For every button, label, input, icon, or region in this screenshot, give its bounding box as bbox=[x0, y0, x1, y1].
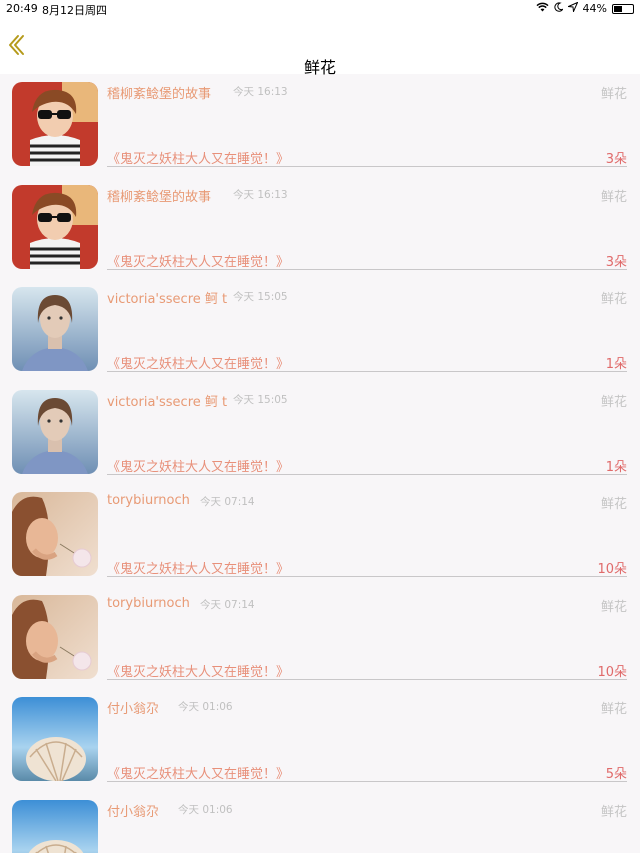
book-title[interactable]: 《鬼灭之妖柱大人又在睡觉！》 bbox=[107, 661, 289, 680]
username: torybiurnoch bbox=[107, 595, 190, 611]
username: 稽柳紊鲶堡的故事 bbox=[107, 87, 212, 102]
timestamp: 今天 01:06 bbox=[178, 701, 233, 713]
avatar[interactable] bbox=[12, 82, 98, 166]
list-item[interactable]: victoria'ssecre 鲄 t 今天 15:05 鲜花 《鬼灭之妖柱大人… bbox=[0, 279, 640, 382]
username: 稽柳紊鲶堡的故事 bbox=[107, 189, 212, 205]
divider bbox=[107, 166, 627, 167]
gift-name: 鲜花 bbox=[600, 189, 627, 205]
battery-percent: 44% bbox=[582, 2, 607, 15]
avatar[interactable] bbox=[12, 594, 98, 679]
timestamp: 今天 15:05 bbox=[233, 291, 288, 303]
flower-count: 3朵 bbox=[605, 152, 627, 167]
gift-name: 鲜花 bbox=[600, 87, 627, 102]
location-arrow-icon bbox=[566, 1, 579, 15]
book-title[interactable]: 《鬼灭之妖柱大人又在睡觉！》 bbox=[107, 763, 289, 782]
status-bar: 20:49 8月12日周四 44% bbox=[0, 0, 640, 18]
flower-count: 10朵 bbox=[597, 562, 627, 577]
book-title[interactable]: 《鬼灭之妖柱大人又在睡觉！》 bbox=[107, 251, 289, 270]
gift-name: 鲜花 bbox=[600, 292, 627, 307]
list-item[interactable]: 付小翁尕 今天 01:06 鲜花 《鬼灭之妖柱大人又在睡觉！》 5朵 bbox=[0, 689, 640, 792]
navigation-bar: 鲜花 bbox=[0, 18, 640, 77]
status-time: 20:49 bbox=[6, 2, 38, 15]
flower-count: 5朵 bbox=[605, 767, 627, 782]
timestamp: 今天 07:14 bbox=[200, 598, 255, 611]
flower-count: 1朵 bbox=[605, 357, 627, 372]
gift-name: 鲜花 bbox=[600, 599, 627, 615]
avatar[interactable] bbox=[12, 287, 98, 371]
list-item[interactable]: 稽柳紊鲶堡的故事 今天 16:13 鲜花 《鬼灭之妖柱大人又在睡觉！》 3朵 bbox=[0, 177, 640, 280]
flower-count: 1朵 bbox=[605, 459, 627, 475]
gift-name: 鲜花 bbox=[600, 394, 627, 410]
divider bbox=[107, 268, 627, 270]
status-right: 44% bbox=[536, 1, 634, 15]
username: 付小翁尕 bbox=[107, 702, 160, 717]
divider bbox=[107, 371, 627, 372]
gift-name: 鲜花 bbox=[600, 804, 627, 820]
divider bbox=[107, 576, 627, 577]
timestamp: 今天 15:05 bbox=[233, 393, 288, 406]
flower-record-list: 稽柳紊鲶堡的故事 今天 16:13 鲜花 《鬼灭之妖柱大人又在睡觉！》 3朵 稽… bbox=[0, 74, 640, 853]
flower-count: 3朵 bbox=[605, 254, 627, 270]
username: torybiurnoch bbox=[107, 493, 190, 508]
avatar[interactable] bbox=[12, 184, 98, 269]
timestamp: 今天 07:14 bbox=[200, 496, 255, 508]
username: victoria'ssecre 鲄 t bbox=[107, 292, 228, 307]
divider bbox=[107, 781, 627, 782]
gift-name: 鲜花 bbox=[600, 497, 627, 512]
username: 付小翁尕 bbox=[107, 804, 160, 820]
book-title[interactable]: 《鬼灭之妖柱大人又在睡觉！》 bbox=[107, 456, 289, 475]
moon-icon bbox=[554, 2, 564, 15]
avatar[interactable] bbox=[12, 799, 98, 853]
divider bbox=[107, 473, 627, 475]
divider bbox=[107, 678, 627, 680]
wifi-icon bbox=[536, 2, 549, 15]
timestamp: 今天 16:13 bbox=[233, 188, 288, 201]
avatar[interactable] bbox=[12, 389, 98, 474]
timestamp: 今天 01:06 bbox=[178, 803, 233, 816]
list-item[interactable]: 稽柳紊鲶堡的故事 今天 16:13 鲜花 《鬼灭之妖柱大人又在睡觉！》 3朵 bbox=[0, 74, 640, 177]
avatar[interactable] bbox=[12, 492, 98, 576]
book-title[interactable]: 《鬼灭之妖柱大人又在睡觉！》 bbox=[107, 353, 289, 372]
book-title[interactable]: 《鬼灭之妖柱大人又在睡觉！》 bbox=[107, 558, 289, 577]
battery-level-fill bbox=[614, 5, 622, 12]
timestamp: 今天 16:13 bbox=[233, 86, 288, 98]
list-item[interactable]: victoria'ssecre 鲄 t 今天 15:05 鲜花 《鬼灭之妖柱大人… bbox=[0, 382, 640, 485]
battery-icon bbox=[612, 3, 634, 14]
flower-count: 10朵 bbox=[597, 664, 627, 680]
avatar[interactable] bbox=[12, 697, 98, 781]
gift-name: 鲜花 bbox=[600, 702, 627, 717]
list-item[interactable]: torybiurnoch 今天 07:14 鲜花 《鬼灭之妖柱大人又在睡觉！》 … bbox=[0, 587, 640, 690]
list-item[interactable]: torybiurnoch 今天 07:14 鲜花 《鬼灭之妖柱大人又在睡觉！》 … bbox=[0, 484, 640, 587]
book-title[interactable]: 《鬼灭之妖柱大人又在睡觉！》 bbox=[107, 148, 289, 167]
list-item[interactable]: 付小翁尕 今天 01:06 鲜花 bbox=[0, 792, 640, 853]
username: victoria'ssecre 鲄 t bbox=[107, 394, 228, 410]
status-date: 8月12日周四 bbox=[42, 4, 107, 17]
